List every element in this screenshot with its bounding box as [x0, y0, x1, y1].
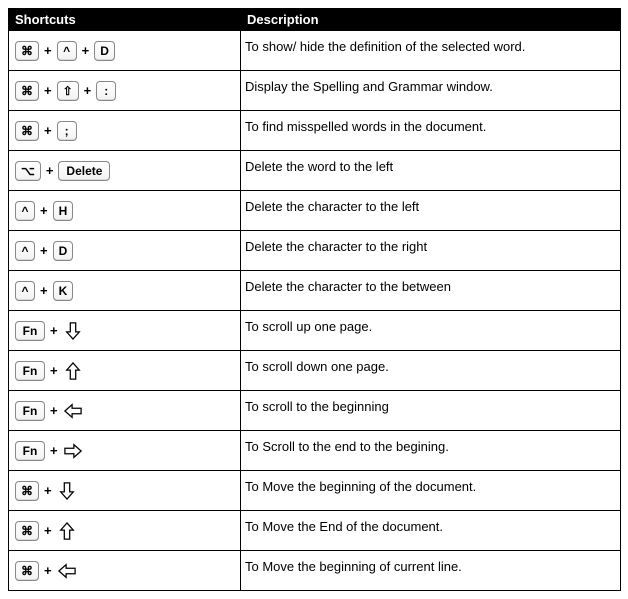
key-cmd: ⌘: [15, 521, 39, 541]
arrow-right-icon: [63, 440, 83, 462]
description-cell: Delete the word to the left: [241, 151, 621, 191]
shortcut-cell: Fn +: [9, 391, 241, 431]
arrow-up-icon: [57, 520, 77, 542]
plus-separator: +: [44, 83, 52, 98]
key-cmd: ⌘: [15, 121, 39, 141]
description-cell: Delete the character to the left: [241, 191, 621, 231]
plus-separator: +: [82, 43, 90, 58]
shortcut-cell: Fn +: [9, 311, 241, 351]
description-cell: To scroll up one page.: [241, 311, 621, 351]
table-row: ⌘ +; To find misspelled words in the docum…: [9, 111, 621, 151]
key-fn: Fn: [15, 361, 45, 381]
table-row: Fn + To Scroll to the end to the begining.: [9, 431, 621, 471]
arrow-left-icon: [63, 400, 83, 422]
table-row: ⌘ + ⇧ +: Display the Spelling and Grammar wi…: [9, 71, 621, 111]
plus-separator: +: [44, 483, 52, 498]
shortcut-cell: ^ + D: [9, 231, 241, 271]
key-cmd: ⌘: [15, 81, 39, 101]
plus-separator: +: [40, 203, 48, 218]
plus-separator: +: [44, 123, 52, 138]
table-row: Fn + To scroll up one page.: [9, 311, 621, 351]
shortcut-cell: ⌥ + Delete: [9, 151, 241, 191]
shortcut-cell: ^ + K: [9, 271, 241, 311]
table-row: Fn + To scroll down one page.: [9, 351, 621, 391]
table-row: ⌘ + ^ + D To show/ hide the definition of the…: [9, 31, 621, 71]
key-ctrl: ^: [15, 241, 35, 261]
arrow-down-icon: [57, 480, 77, 502]
description-cell: To Scroll to the end to the begining.: [241, 431, 621, 471]
plus-separator: +: [50, 363, 58, 378]
key-shift: ⇧: [57, 81, 79, 101]
description-cell: To Move the End of the document.: [241, 511, 621, 551]
shortcut-cell: ⌘+: [9, 551, 241, 591]
table-row: ⌘+To Move the beginning of the document.: [9, 471, 621, 511]
plus-separator: +: [50, 323, 58, 338]
key-H: H: [53, 201, 74, 221]
description-cell: To find misspelled words in the document…: [241, 111, 621, 151]
key-D: D: [94, 41, 115, 61]
description-cell: To scroll down one page.: [241, 351, 621, 391]
table-row: ⌥ + Delete Delete the word to the left: [9, 151, 621, 191]
plus-separator: +: [50, 443, 58, 458]
shortcut-cell: ⌘ +;: [9, 111, 241, 151]
description-cell: To Move the beginning of the document.: [241, 471, 621, 511]
header-description: Description: [241, 9, 621, 31]
plus-separator: +: [44, 563, 52, 578]
description-cell: Display the Spelling and Grammar window.: [241, 71, 621, 111]
plus-separator: +: [40, 283, 48, 298]
arrow-left-icon: [57, 560, 77, 582]
description-cell: Delete the character to the right: [241, 231, 621, 271]
table-row: ⌘+To Move the beginning of current line.: [9, 551, 621, 591]
description-cell: Delete the character to the between: [241, 271, 621, 311]
header-shortcuts: Shortcuts: [9, 9, 241, 31]
plus-separator: +: [44, 43, 52, 58]
key-ctrl: ^: [15, 201, 35, 221]
plus-separator: +: [40, 243, 48, 258]
key-ctrl: ^: [15, 281, 35, 301]
table-row: Fn + To scroll to the beginning: [9, 391, 621, 431]
description-cell: To scroll to the beginning: [241, 391, 621, 431]
key-delete: Delete: [58, 161, 110, 181]
key-cmd: ⌘: [15, 561, 39, 581]
plus-separator: +: [50, 403, 58, 418]
shortcut-cell: Fn +: [9, 351, 241, 391]
shortcut-cell: ⌘ + ^ + D: [9, 31, 241, 71]
shortcut-cell: ⌘+: [9, 471, 241, 511]
table-row: ^ + H Delete the character to the left: [9, 191, 621, 231]
shortcut-cell: ^ + H: [9, 191, 241, 231]
table-row: ^ + D Delete the character to the right: [9, 231, 621, 271]
description-cell: To show/ hide the definition of the sele…: [241, 31, 621, 71]
shortcut-cell: ⌘+: [9, 511, 241, 551]
description-cell: To Move the beginning of current line.: [241, 551, 621, 591]
table-row: ⌘+To Move the End of the document.: [9, 511, 621, 551]
table-row: ^ + K Delete the character to the between: [9, 271, 621, 311]
key-fn: Fn: [15, 441, 45, 461]
key-colon: :: [96, 81, 116, 101]
plus-separator: +: [44, 523, 52, 538]
key-fn: Fn: [15, 401, 45, 421]
key-D: D: [53, 241, 74, 261]
key-cmd: ⌘: [15, 41, 39, 61]
shortcut-cell: Fn +: [9, 431, 241, 471]
key-cmd: ⌘: [15, 481, 39, 501]
key-ctrl: ^: [57, 41, 77, 61]
plus-separator: +: [46, 163, 54, 178]
key-semicolon: ;: [57, 121, 77, 141]
plus-separator: +: [84, 83, 92, 98]
shortcuts-table: Shortcuts Description ⌘+^+DTo show/ hide…: [8, 8, 621, 591]
key-opt: ⌥: [15, 161, 41, 181]
arrow-up-icon: [63, 360, 83, 382]
key-fn: Fn: [15, 321, 45, 341]
shortcut-cell: ⌘ + ⇧ +:: [9, 71, 241, 111]
arrow-down-icon: [63, 320, 83, 342]
key-K: K: [53, 281, 74, 301]
